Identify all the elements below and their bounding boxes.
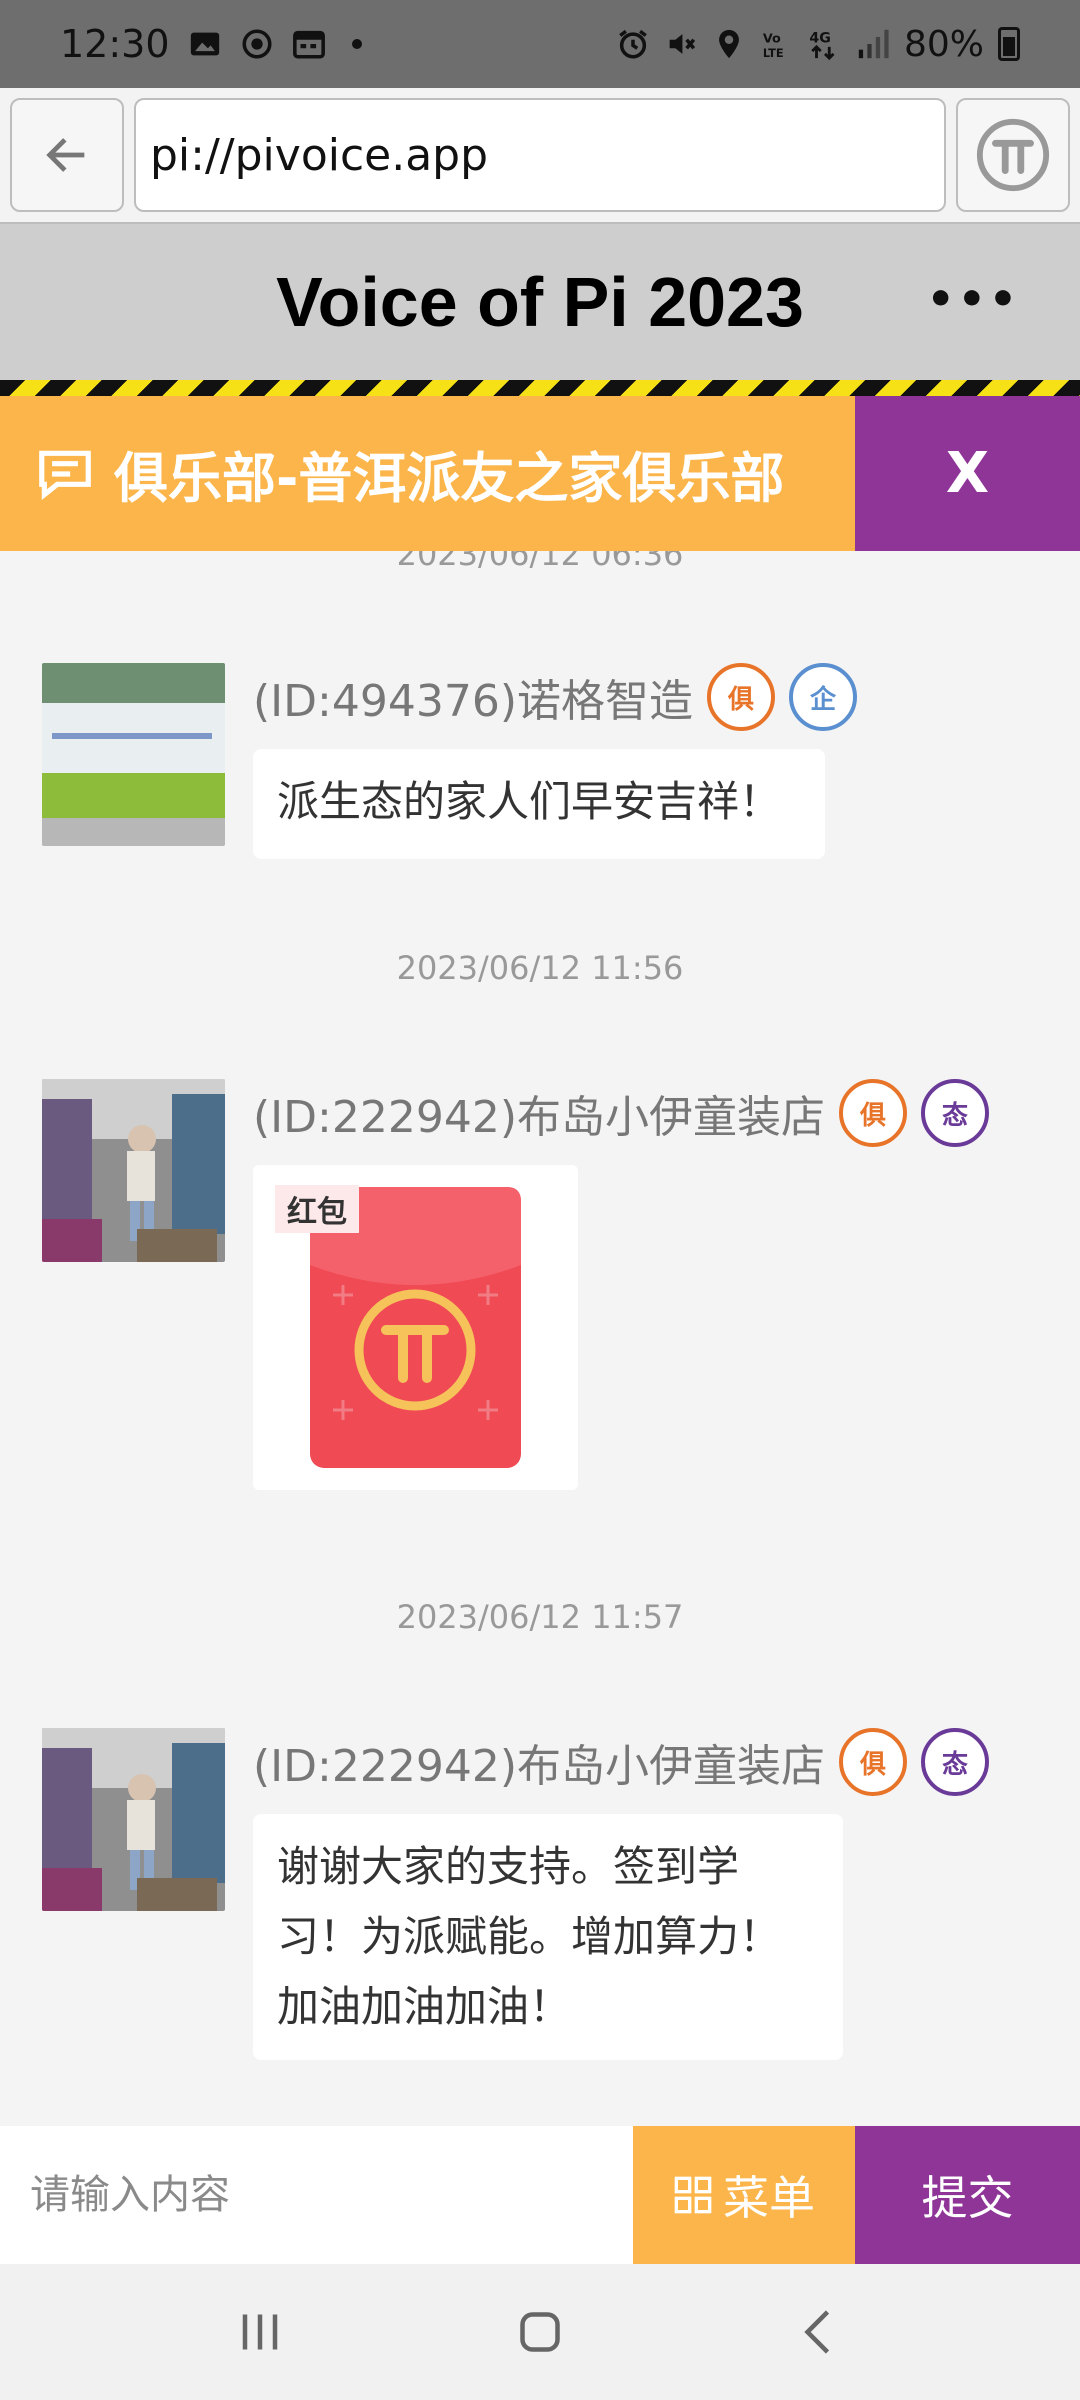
status-left: 12:30 (60, 22, 362, 66)
timestamp: 2023/06/12 11:56 (396, 949, 684, 987)
message-bubble: 派生态的家人们早安吉祥！ (253, 749, 825, 859)
chat-bubble-icon (39, 450, 91, 500)
system-nav-bar (0, 2264, 1080, 2400)
app-title-bar: Voice of Pi 2023 ••• (0, 224, 1080, 380)
mute-icon (669, 34, 696, 54)
submit-label: 提交 (921, 2171, 1014, 2225)
home-icon[interactable] (510, 2302, 570, 2362)
svg-text:LTE: LTE (763, 46, 784, 60)
grid-icon (674, 2176, 712, 2214)
svg-text:4G: 4G (809, 31, 830, 47)
hazard-stripe (0, 380, 1080, 396)
4g-icon: 4G (809, 31, 835, 61)
message-text: 派生态的家人们早安吉祥！ (277, 777, 782, 826)
svg-text:Vo: Vo (763, 32, 781, 47)
message-input[interactable] (0, 2126, 633, 2264)
sender-name[interactable]: (ID:494376)诺格智造 (253, 665, 693, 729)
more-menu-button[interactable]: ••• (927, 274, 1020, 325)
battery-percent: 80% (903, 23, 984, 65)
calendar-icon (292, 30, 325, 59)
avatar[interactable] (42, 663, 225, 846)
recent-apps-icon[interactable] (230, 2302, 290, 2362)
timestamp: 2023/06/12 11:57 (396, 1598, 684, 1636)
pi-browser-button[interactable] (956, 98, 1070, 212)
pi-logo-icon (976, 118, 1050, 192)
battery-icon (998, 27, 1020, 61)
status-time: 12:30 (60, 22, 170, 66)
sender-name[interactable]: (ID:222942)布岛小伊童装店 (253, 1081, 825, 1145)
close-club-button[interactable]: X (855, 396, 1080, 551)
red-packet-card[interactable]: 红包 (253, 1165, 578, 1490)
club-name: 俱乐部-普洱派友之家俱乐部 (114, 447, 785, 510)
alarm-icon (619, 29, 647, 59)
message-item: (ID:222942)布岛小伊童装店 俱 态 红包 (42, 1079, 1042, 1499)
volte-icon: VoLTE (763, 32, 784, 60)
menu-label: 菜单 (723, 2171, 815, 2225)
url-text: pi://pivoice.app (150, 129, 489, 181)
browser-toolbar: pi://pivoice.app (0, 88, 1080, 224)
menu-button[interactable]: 菜单 (633, 2126, 855, 2264)
page-title: Voice of Pi 2023 (276, 263, 804, 341)
message-line: 谢谢大家的支持。签到学 (277, 1842, 740, 1891)
sender-name[interactable]: (ID:222942)布岛小伊童装店 (253, 1730, 825, 1794)
message-line: 习！为派赋能。增加算力！ (277, 1912, 782, 1961)
close-label: X (945, 441, 990, 506)
enterprise-badge: 企 (788, 663, 857, 731)
status-bar: 12:30 Vo LTE 4G 80% (0, 0, 1080, 88)
avatar[interactable] (42, 1728, 225, 1911)
gallery-icon (190, 32, 219, 56)
notification-dot (351, 39, 362, 49)
club-badge: 俱 (838, 1728, 907, 1796)
back-button[interactable] (10, 98, 124, 212)
club-title-box: 俱乐部-普洱派友之家俱乐部 (0, 396, 855, 551)
submit-button[interactable]: 提交 (855, 2126, 1080, 2264)
red-packet-label: 红包 (275, 1185, 359, 1233)
arrow-left-icon (46, 138, 85, 172)
location-icon (719, 29, 739, 59)
club-header: 俱乐部-普洱派友之家俱乐部 X (0, 396, 1080, 551)
message-item: (ID:222942)布岛小伊童装店 俱 态 谢谢大家的支持。签到学 习！为派赋… (42, 1728, 1042, 2068)
back-nav-icon[interactable] (790, 2302, 850, 2362)
ecosystem-badge: 态 (920, 1079, 989, 1147)
status-right: Vo LTE 4G 80% (616, 24, 1020, 65)
message-header: (ID:494376)诺格智造 俱 企 (253, 663, 857, 731)
signal-icon (858, 29, 889, 59)
url-field[interactable]: pi://pivoice.app (134, 98, 946, 212)
club-badge: 俱 (838, 1079, 907, 1147)
message-line: 加油加油加油！ (277, 1982, 572, 2031)
avatar[interactable] (42, 1079, 225, 1262)
message-header: (ID:222942)布岛小伊童装店 俱 态 (253, 1728, 989, 1796)
compose-bar: 菜单 提交 (0, 2126, 1080, 2264)
message-item: (ID:494376)诺格智造 俱 企 派生态的家人们早安吉祥！ (42, 663, 1042, 859)
club-badge: 俱 (706, 663, 775, 731)
message-bubble: 谢谢大家的支持。签到学 习！为派赋能。增加算力！ 加油加油加油！ (253, 1814, 843, 2060)
message-header: (ID:222942)布岛小伊童装店 俱 态 (253, 1079, 989, 1147)
chat-area[interactable]: 2023/06/12 06:36 (ID:494376)诺格智造 俱 企 派生态… (0, 551, 1080, 2126)
screen-record-icon (241, 29, 272, 59)
ecosystem-badge: 态 (920, 1728, 989, 1796)
timestamp: 2023/06/12 06:36 (396, 551, 684, 573)
